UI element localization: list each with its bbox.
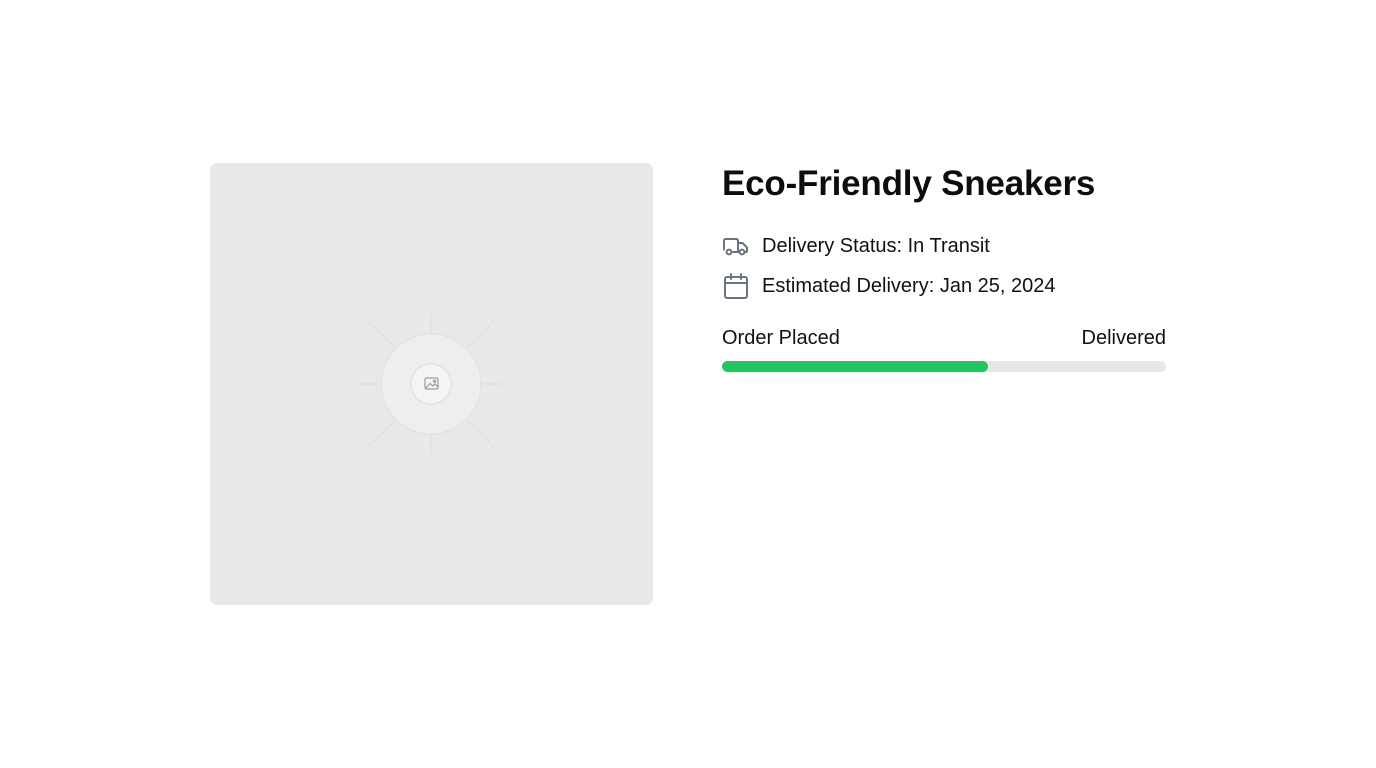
progress-start-label: Order Placed xyxy=(722,327,840,349)
image-placeholder-graphic xyxy=(360,313,502,454)
order-details: Eco-Friendly Sneakers Delivery Status: I… xyxy=(722,163,1166,372)
calendar-icon xyxy=(722,272,750,300)
estimated-delivery-text: Estimated Delivery: Jan 25, 2024 xyxy=(762,274,1056,297)
delivery-status-text: Delivery Status: In Transit xyxy=(762,234,990,257)
product-title: Eco-Friendly Sneakers xyxy=(722,164,1096,203)
delivery-progress-fill xyxy=(722,361,989,372)
progress-end-label: Delivered xyxy=(1081,327,1166,349)
estimated-delivery-row: Estimated Delivery: Jan 25, 2024 xyxy=(722,272,1166,300)
delivery-status-row: Delivery Status: In Transit xyxy=(722,232,1166,260)
order-tracking-page: Eco-Friendly Sneakers Delivery Status: I… xyxy=(0,0,1376,768)
progress-labels: Order Placed Delivered xyxy=(722,325,1166,351)
product-image-placeholder xyxy=(210,163,653,605)
delivery-progress-bar xyxy=(722,361,1166,372)
truck-icon xyxy=(722,232,750,260)
